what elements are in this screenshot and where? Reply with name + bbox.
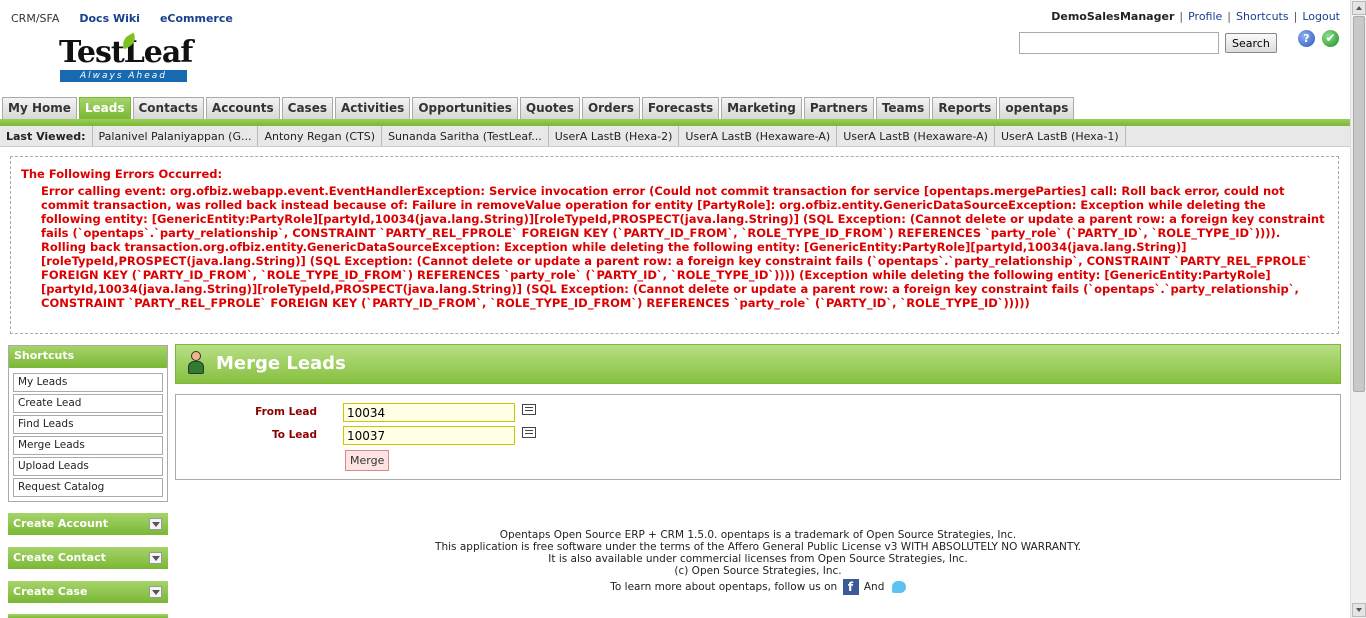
tab-marketing[interactable]: Marketing: [721, 97, 802, 119]
tab-my-home[interactable]: My Home: [2, 97, 77, 119]
search-input[interactable]: [1019, 32, 1219, 54]
expand-arrow-icon[interactable]: [149, 518, 162, 530]
to-lead-input[interactable]: [343, 426, 515, 445]
footer-line: It is also available under commercial li…: [548, 553, 968, 565]
error-box: The Following Errors Occurred: Error cal…: [10, 156, 1339, 334]
shortcuts-header: Shortcuts: [9, 346, 167, 368]
from-lead-input[interactable]: [343, 403, 515, 422]
tab-opportunities[interactable]: Opportunities: [412, 97, 518, 119]
last-viewed-item[interactable]: UserA LastB (Hexa-2): [549, 126, 680, 146]
shortcuts-panel: Shortcuts My Leads Create Lead Find Leads M…: [8, 345, 168, 502]
testleaf-logo[interactable]: TestLeaf Always Ahead: [59, 32, 193, 84]
footer: Opentaps Open Source ERP + CRM 1.5.0. op…: [358, 529, 1158, 595]
shortcut-create-lead[interactable]: Create Lead: [13, 394, 163, 413]
vertical-scrollbar[interactable]: [1350, 0, 1366, 618]
facebook-icon[interactable]: f: [842, 579, 859, 595]
last-viewed-bar: Last Viewed: Palanivel Palaniyappan (G..…: [0, 126, 1350, 147]
help-icon[interactable]: ?: [1298, 30, 1315, 47]
search-button[interactable]: Search: [1225, 33, 1277, 53]
and-text: And: [863, 581, 885, 593]
create-contact-label: Create Contact: [13, 551, 106, 564]
from-lead-label: From Lead: [255, 406, 317, 418]
tab-quotes[interactable]: Quotes: [519, 97, 580, 119]
logo-tagline: Always Ahead: [60, 70, 187, 82]
shortcut-find-leads[interactable]: Find Leads: [13, 415, 163, 434]
shortcut-my-leads[interactable]: My Leads: [13, 373, 163, 392]
last-viewed-label: Last Viewed:: [0, 126, 93, 146]
footer-follow-line: To learn more about opentaps, follow us …: [358, 579, 1158, 595]
last-viewed-item[interactable]: UserA LastB (Hexaware-A): [837, 126, 995, 146]
logout-link[interactable]: Logout: [1302, 10, 1340, 23]
scroll-down-arrow-icon[interactable]: [1352, 603, 1366, 617]
create-account-section[interactable]: Create Account: [8, 513, 168, 535]
user-name: DemoSalesManager: [1051, 10, 1175, 23]
merge-button[interactable]: Merge: [345, 450, 390, 471]
page-title: Merge Leads: [216, 353, 346, 374]
lookup-icon[interactable]: [522, 404, 536, 415]
expand-arrow-icon[interactable]: [149, 552, 162, 564]
merge-leads-header: Merge Leads: [175, 344, 1341, 384]
tab-contacts[interactable]: Contacts: [132, 97, 204, 119]
last-viewed-item[interactable]: UserA LastB (Hexaware-A): [679, 126, 838, 146]
tab-cases[interactable]: Cases: [281, 97, 333, 119]
last-viewed-item[interactable]: Antony Regan (CTS): [258, 126, 383, 146]
ecommerce-link[interactable]: eCommerce: [160, 12, 233, 25]
separator: |: [1293, 10, 1298, 23]
scroll-thumb[interactable]: [1353, 16, 1365, 392]
main-tabs: My Home Leads Contacts Accounts Cases Activit…: [2, 97, 1076, 119]
tab-partners[interactable]: Partners: [803, 97, 874, 119]
tab-leads[interactable]: Leads: [78, 97, 131, 119]
footer-line: This application is free software under …: [435, 541, 1081, 553]
create-case-section[interactable]: Create Case: [8, 581, 168, 603]
shortcut-upload-leads[interactable]: Upload Leads: [13, 457, 163, 476]
tab-opentaps[interactable]: opentaps: [999, 97, 1075, 119]
last-viewed-item[interactable]: UserA LastB (Hexa-1): [995, 126, 1126, 146]
shortcut-request-catalog[interactable]: Request Catalog: [13, 478, 163, 497]
search-bar: Search: [1019, 32, 1277, 54]
profile-link[interactable]: Profile: [1188, 10, 1222, 23]
expand-arrow-icon[interactable]: [149, 586, 162, 598]
crm-sfa-link[interactable]: CRM/SFA: [11, 12, 59, 25]
error-message: Error calling event: org.ofbiz.webapp.ev…: [41, 184, 1325, 310]
tab-teams[interactable]: Teams: [875, 97, 931, 119]
user-bar: DemoSalesManager | Profile | Shortcuts |…: [1051, 10, 1340, 23]
separator: |: [1227, 10, 1232, 23]
separator: |: [1179, 10, 1184, 23]
tab-activities[interactable]: Activities: [334, 97, 411, 119]
tab-orders[interactable]: Orders: [581, 97, 640, 119]
footer-line: Opentaps Open Source ERP + CRM 1.5.0. op…: [499, 529, 1017, 541]
shortcuts-list: My Leads Create Lead Find Leads Merge Leads…: [9, 368, 167, 501]
create-contact-section[interactable]: Create Contact: [8, 547, 168, 569]
to-lead-label: To Lead: [271, 429, 317, 441]
person-icon: [188, 351, 204, 375]
top-links: CRM/SFA Docs Wiki eCommerce: [11, 12, 253, 25]
twitter-icon[interactable]: [891, 581, 906, 593]
last-viewed-item[interactable]: Palanivel Palaniyappan (G...: [93, 126, 259, 146]
shortcuts-link[interactable]: Shortcuts: [1236, 10, 1289, 23]
scroll-up-arrow-icon[interactable]: [1352, 1, 1366, 15]
tab-accounts[interactable]: Accounts: [205, 97, 280, 119]
follow-text: To learn more about opentaps, follow us …: [610, 581, 838, 593]
create-case-label: Create Case: [13, 585, 88, 598]
shortcut-merge-leads[interactable]: Merge Leads: [13, 436, 163, 455]
lookup-icon[interactable]: [522, 427, 536, 438]
tab-reports[interactable]: Reports: [932, 97, 998, 119]
error-title: The Following Errors Occurred:: [21, 167, 223, 181]
next-section: [8, 614, 168, 618]
last-viewed-item[interactable]: Sunanda Saritha (TestLeaf...: [382, 126, 549, 146]
footer-line: (c) Open Source Strategies, Inc.: [674, 565, 842, 577]
check-icon[interactable]: ✔: [1322, 30, 1339, 47]
docs-wiki-link[interactable]: Docs Wiki: [79, 12, 140, 25]
tab-forecasts[interactable]: Forecasts: [641, 97, 720, 119]
tab-underline-bar: [0, 119, 1350, 126]
create-account-label: Create Account: [13, 517, 108, 530]
